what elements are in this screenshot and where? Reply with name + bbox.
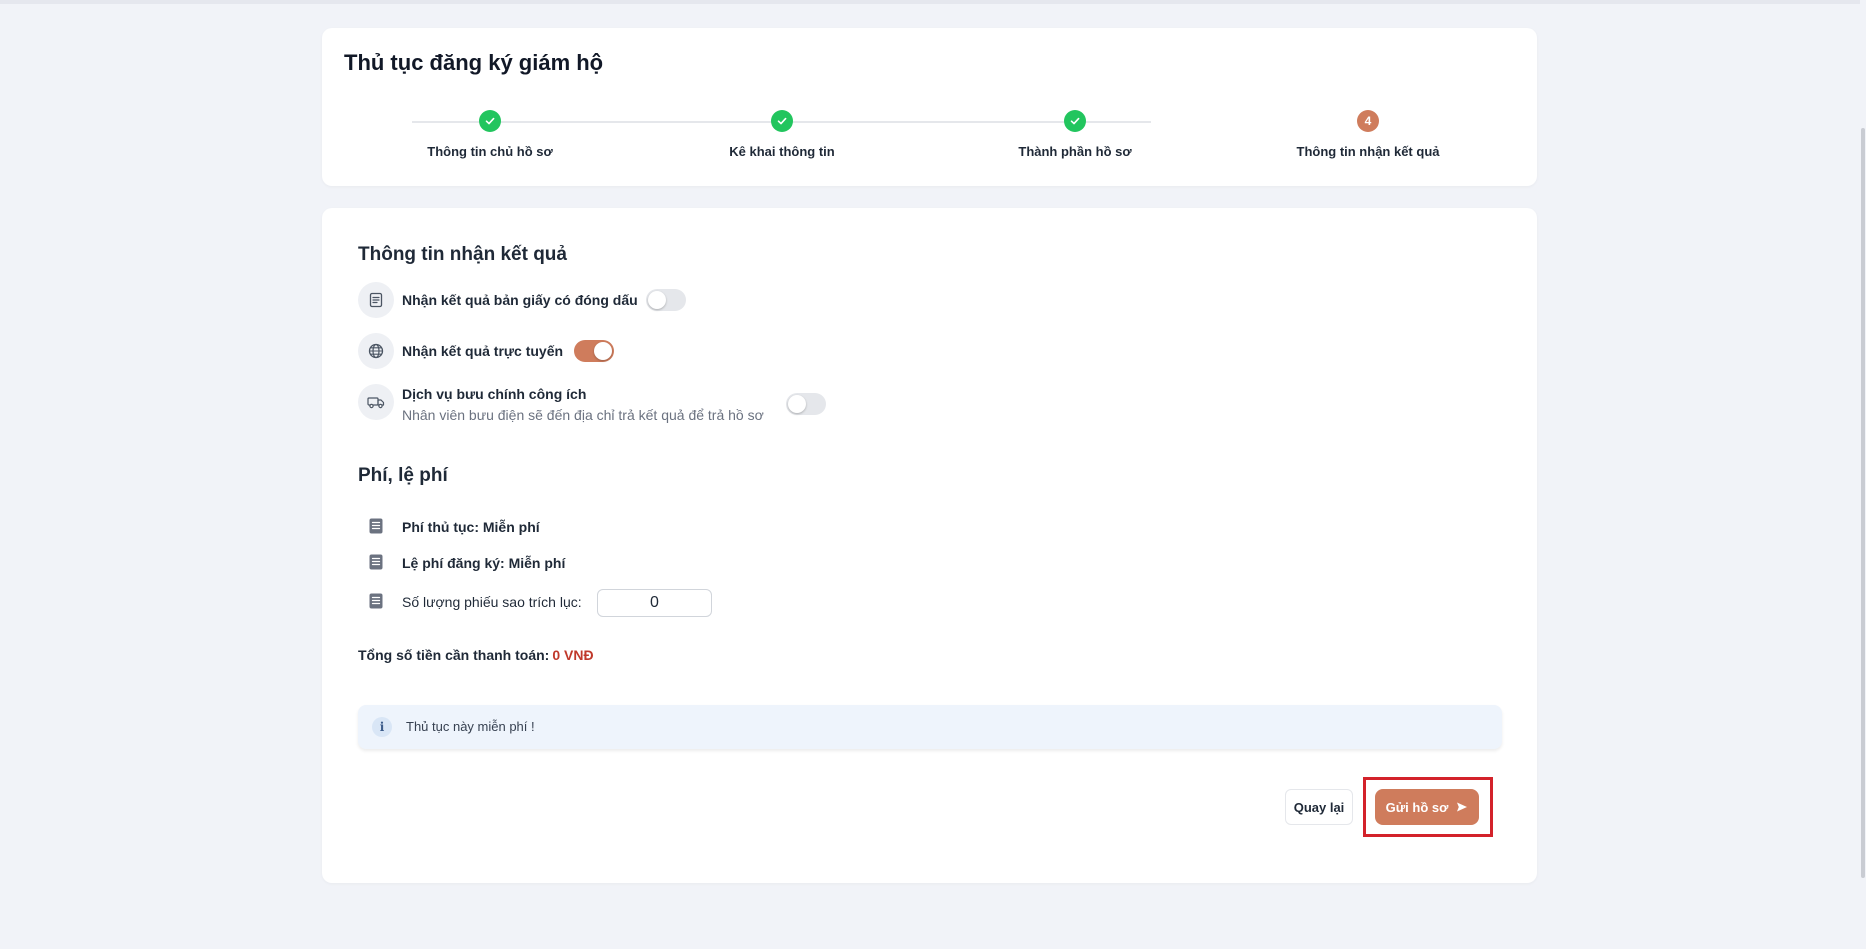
receipt-icon <box>369 518 383 534</box>
scrollbar-thumb[interactable] <box>1861 128 1865 878</box>
option-label: Dịch vụ bưu chính công ích <box>402 386 587 402</box>
document-icon <box>358 282 394 318</box>
total-payment: Tổng số tiền cần thanh toán: 0 VNĐ <box>358 647 594 663</box>
back-button[interactable]: Quay lại <box>1285 789 1353 825</box>
main-card: Thông tin nhận kết quả Nhận kết quả bản … <box>322 208 1537 883</box>
page-title: Thủ tục đăng ký giám hộ <box>344 50 604 75</box>
copies-label: Số lượng phiếu sao trích lục: <box>402 594 582 610</box>
receive-section-title: Thông tin nhận kết quả <box>358 244 567 265</box>
paper-result-toggle[interactable] <box>646 289 686 311</box>
info-icon: i <box>372 717 392 737</box>
total-label: Tổng số tiền cần thanh toán: <box>358 647 550 663</box>
option-label: Nhận kết quả bản giấy có đóng dấu <box>402 292 638 308</box>
scrollbar[interactable] <box>1860 0 1866 949</box>
toggle-knob <box>788 395 806 413</box>
info-notice: i Thủ tục này miễn phí ! <box>358 705 1502 749</box>
receipt-icon <box>369 593 383 609</box>
option-label: Nhận kết quả trực tuyến <box>402 343 564 359</box>
toggle-knob <box>648 291 666 309</box>
procedure-fee: Phí thủ tục: Miễn phí <box>402 519 540 535</box>
submit-label: Gửi hồ sơ <box>1385 799 1449 815</box>
online-result-toggle[interactable] <box>574 340 614 362</box>
send-icon <box>1457 802 1468 812</box>
step-label: Kê khai thông tin <box>729 144 835 159</box>
copies-quantity-input[interactable] <box>597 589 712 617</box>
step-3: Thành phần hồ sơ <box>945 110 1205 159</box>
check-icon <box>1064 110 1086 132</box>
stepper-card: Thủ tục đăng ký giám hộ Thông tin chủ hồ… <box>322 28 1537 186</box>
total-amount: 0 VNĐ <box>552 647 594 663</box>
toggle-knob <box>594 342 612 360</box>
check-icon <box>771 110 793 132</box>
step-number: 4 <box>1357 110 1379 132</box>
check-icon <box>479 110 501 132</box>
step-label: Thông tin chủ hồ sơ <box>427 144 553 159</box>
top-strip <box>0 0 1866 4</box>
step-2: Kê khai thông tin <box>652 110 912 159</box>
step-4: 4 Thông tin nhận kết quả <box>1238 110 1498 159</box>
step-label: Thành phần hồ sơ <box>1018 144 1132 159</box>
step-1: Thông tin chủ hồ sơ <box>360 110 620 159</box>
postal-service-toggle[interactable] <box>786 393 826 415</box>
option-sublabel: Nhân viên bưu điện sẽ đến địa chỉ trả kế… <box>402 407 764 423</box>
submit-button[interactable]: Gửi hồ sơ <box>1375 789 1479 825</box>
fees-section-title: Phí, lệ phí <box>358 465 448 486</box>
step-label: Thông tin nhận kết quả <box>1296 144 1440 159</box>
registration-fee: Lệ phí đăng ký: Miễn phí <box>402 555 566 571</box>
globe-icon <box>358 333 394 369</box>
delivery-truck-icon <box>358 384 394 420</box>
notice-text: Thủ tục này miễn phí ! <box>406 719 535 734</box>
receipt-icon <box>369 554 383 570</box>
